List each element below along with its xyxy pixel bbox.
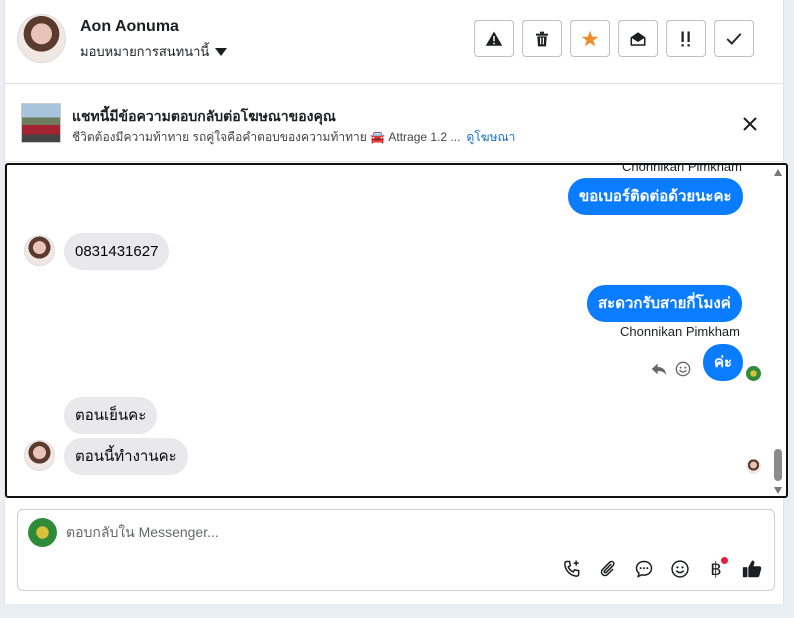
chat-bubble-icon	[635, 560, 653, 578]
paperclip-icon	[600, 560, 615, 577]
message-sender-name: Chonnikan Pimkham	[622, 163, 742, 174]
report-spam-button[interactable]	[474, 20, 514, 57]
trash-icon	[536, 31, 548, 46]
attach-button[interactable]	[596, 557, 620, 581]
message-actions	[651, 361, 691, 377]
reply-input[interactable]	[66, 524, 666, 540]
view-ad-link[interactable]: ดูโฆษณา	[466, 128, 515, 147]
assign-label: มอบหมายการสนทนานี้	[80, 44, 210, 59]
thumbs-up-icon	[742, 560, 762, 578]
emoji-icon	[671, 560, 689, 578]
close-icon[interactable]	[740, 114, 760, 134]
scroll-thumb[interactable]	[774, 449, 782, 481]
message-sender-name: Chonnikan Pimkham	[620, 324, 740, 339]
ad-reply-banner: แชทนี้มีข้อความตอบกลับต่อโฆษณาของคุณ ชีว…	[5, 84, 783, 162]
seen-receipt-avatar	[746, 459, 761, 474]
action-toolbar	[474, 20, 754, 57]
thread-scrollbar[interactable]	[773, 169, 783, 494]
scroll-up-arrow-icon[interactable]	[774, 169, 782, 176]
scroll-down-arrow-icon[interactable]	[774, 487, 782, 494]
call-button[interactable]	[560, 557, 584, 581]
contact-avatar-small	[24, 235, 55, 266]
reply-icon[interactable]	[651, 362, 667, 376]
incoming-message[interactable]: ตอนนี้ทำงานคะ	[64, 438, 188, 475]
baht-icon: ฿	[710, 558, 722, 579]
like-button[interactable]	[740, 557, 764, 581]
incoming-message[interactable]: ตอนเย็นคะ	[64, 397, 158, 434]
mark-unread-icon	[630, 31, 646, 46]
assign-conversation-dropdown[interactable]: มอบหมายการสนทนานี้	[80, 41, 228, 62]
caret-down-icon	[215, 47, 228, 56]
priority-icon	[681, 31, 690, 46]
seen-receipt-avatar	[746, 366, 761, 381]
outgoing-message[interactable]: ขอเบอร์ติดต่อด้วยนะคะ	[568, 178, 743, 215]
notification-dot	[721, 557, 728, 564]
contact-name[interactable]: Aon Aonuma	[80, 18, 179, 36]
reply-composer: ฿	[17, 509, 775, 591]
phone-add-icon	[564, 560, 580, 577]
composer-toolbar: ฿	[560, 557, 764, 581]
star-button[interactable]	[570, 20, 610, 57]
delete-button[interactable]	[522, 20, 562, 57]
react-emoji-icon[interactable]	[675, 361, 691, 377]
check-icon	[726, 32, 742, 45]
outgoing-message[interactable]: สะดวกรับสายกี่โมงค่	[587, 285, 742, 322]
saved-replies-button[interactable]	[632, 557, 656, 581]
star-icon	[581, 30, 599, 46]
page-avatar	[28, 518, 57, 547]
ad-description: ชีวิตต้องมีความท้าทาย รถคู่ใจคือคำตอบของ…	[72, 130, 461, 144]
payment-button[interactable]: ฿	[704, 557, 728, 581]
incoming-message[interactable]: 0831431627	[64, 233, 170, 270]
ad-banner-subtitle: ชีวิตต้องมีความท้าทาย รถคู่ใจคือคำตอบของ…	[72, 128, 515, 147]
warning-icon	[485, 31, 503, 46]
conversation-panel: Aon Aonuma มอบหมายการสนทนานี้ แชทนี้มีข้…	[4, 0, 788, 604]
emoji-button[interactable]	[668, 557, 692, 581]
conversation-header: Aon Aonuma มอบหมายการสนทนานี้	[5, 0, 783, 84]
mark-unread-button[interactable]	[618, 20, 658, 57]
mark-done-button[interactable]	[714, 20, 754, 57]
ad-banner-title: แชทนี้มีข้อความตอบกลับต่อโฆษณาของคุณ	[72, 108, 336, 124]
contact-avatar-small	[24, 440, 55, 471]
ad-thumbnail[interactable]	[21, 103, 61, 143]
priority-button[interactable]	[666, 20, 706, 57]
contact-avatar[interactable]	[17, 14, 66, 63]
message-thread[interactable]: Chonnikan Pimkham ขอเบอร์ติดต่อด้วยนะคะ …	[5, 163, 788, 498]
outgoing-message[interactable]: ค่ะ	[703, 344, 744, 381]
